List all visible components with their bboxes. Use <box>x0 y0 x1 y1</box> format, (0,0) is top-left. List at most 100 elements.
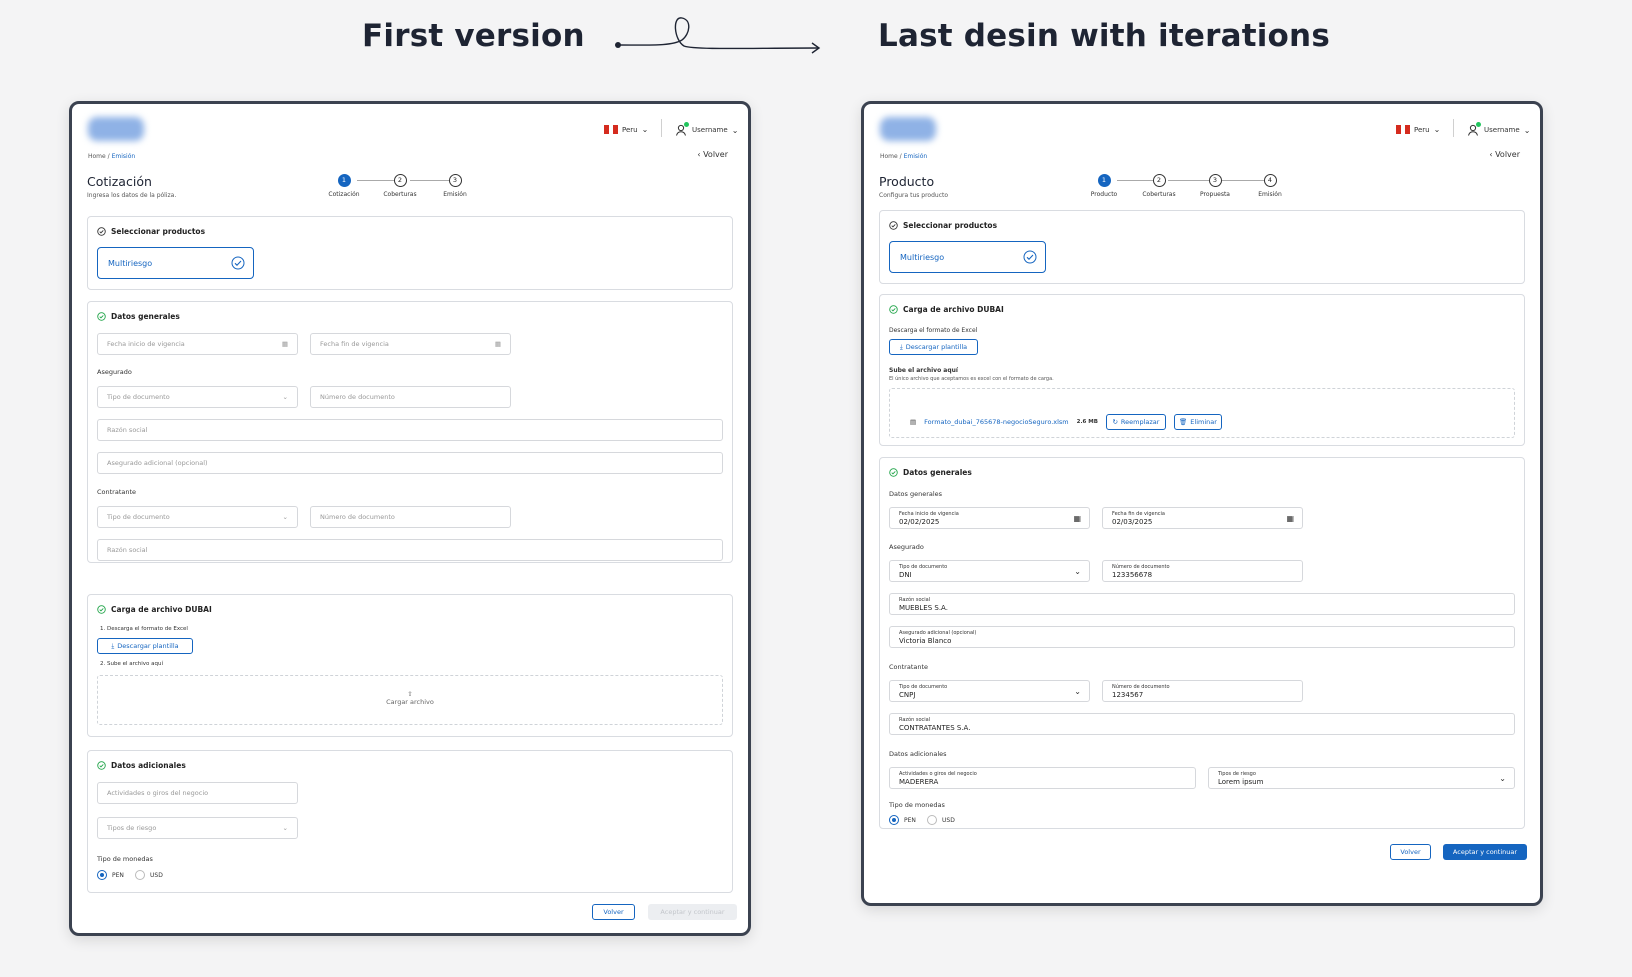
check-circle-icon <box>97 605 106 614</box>
user-menu[interactable]: Username ⌄ <box>674 122 739 137</box>
chevron-down-icon: ⌄ <box>282 824 288 832</box>
risk-type-select[interactable]: Tipos de riesgo Lorem ipsum ⌄ <box>1208 767 1515 789</box>
radio-selected-icon <box>97 870 107 880</box>
general-data-card: Datos generales Fecha inicio de vigencia… <box>87 301 733 563</box>
business-activity-input[interactable]: Actividades o giros del negocio <box>97 782 298 804</box>
product-option-multiriesgo[interactable]: Multiriesgo <box>97 247 254 279</box>
card-title: Datos adicionales <box>97 761 186 770</box>
card-title: Datos generales <box>97 312 180 321</box>
breadcrumb-home[interactable]: Home <box>88 153 106 160</box>
contractor-label: Contratante <box>889 663 929 671</box>
contractor-document-number-input[interactable]: Número de documento 1234567 <box>1102 680 1303 702</box>
file-name[interactable]: Formato_dubai_765678-negocioSeguro.xlsm <box>924 418 1068 426</box>
contractor-business-name-input[interactable]: Razón social CONTRATANTES S.A. <box>889 713 1515 735</box>
accept-continue-button[interactable]: Aceptar y continuar <box>648 904 737 920</box>
business-activity-input[interactable]: Actividades o giros del negocio MADERERA <box>889 767 1196 789</box>
breadcrumb-current: Emisión <box>111 153 136 160</box>
file-size: 2.6 MB <box>1076 419 1098 425</box>
check-circle-icon <box>889 305 898 314</box>
general-data-card: Datos generales Datos generales Fecha in… <box>879 457 1525 829</box>
chevron-down-icon: ⌄ <box>1074 687 1081 696</box>
country-selector[interactable]: Peru ⌄ <box>1396 125 1440 134</box>
accept-continue-button[interactable]: Aceptar y continuar <box>1443 844 1527 860</box>
step-propuesta[interactable]: 3 Propuesta <box>1190 174 1240 198</box>
back-button[interactable]: Volver <box>1390 844 1431 860</box>
page-subtitle: Ingresa los datos de la póliza. <box>87 192 177 199</box>
step-label: Cotización <box>328 191 360 198</box>
risk-type-select[interactable]: Tipos de riesgo ⌄ <box>97 817 298 839</box>
header-divider <box>1453 119 1454 137</box>
business-name-input[interactable]: Razón social <box>97 419 723 441</box>
check-circle-icon <box>97 312 106 321</box>
step-coberturas[interactable]: 2 Coberturas <box>375 174 425 198</box>
step-number: 4 <box>1263 174 1277 187</box>
check-circle-icon <box>231 256 245 270</box>
document-number-input[interactable]: Número de documento 123356678 <box>1102 560 1303 582</box>
document-number-input[interactable]: Número de documento <box>310 386 511 408</box>
currency-pen-radio[interactable]: PEN <box>97 870 124 880</box>
back-link[interactable]: ‹ Volver <box>1489 150 1520 159</box>
upload-dropzone[interactable]: ▤ Formato_dubai_765678-negocioSeguro.xls… <box>889 388 1515 438</box>
additional-insured-input[interactable]: Asegurado adicional (opcional) Victoria B… <box>889 626 1515 648</box>
select-products-card: Seleccionar productos Multiriesgo <box>879 210 1525 284</box>
additional-insured-input[interactable]: Asegurado adicional (opcional) <box>97 452 723 474</box>
end-date-input[interactable]: Fecha fin de vigencia 02/03/2025 ▦ <box>1102 507 1303 529</box>
contractor-document-type-select[interactable]: Tipo de documento CNPJ ⌄ <box>889 680 1090 702</box>
chevron-down-icon: ⌄ <box>641 125 649 134</box>
document-type-select[interactable]: Tipo de documento ⌄ <box>97 386 298 408</box>
uploaded-file-row: ▤ Formato_dubai_765678-negocioSeguro.xls… <box>910 414 1222 430</box>
file-upload-card: Carga de archivo DUBAI 1. Descarga el fo… <box>87 594 733 737</box>
country-selector[interactable]: Peru ⌄ <box>604 125 648 134</box>
online-status-dot <box>684 122 689 127</box>
product-option-multiriesgo[interactable]: Multiriesgo <box>889 241 1046 273</box>
insured-label: Asegurado <box>97 368 132 376</box>
username-label: Username <box>692 126 728 134</box>
download-template-button[interactable]: ⤓ Descargar plantilla <box>97 638 193 654</box>
heading-first-version: First version <box>362 18 585 54</box>
end-date-input[interactable]: Fecha fin de vigencia ▦ <box>310 333 511 355</box>
contractor-document-number-input[interactable]: Número de documento <box>310 506 511 528</box>
step-emision[interactable]: 4 Emisión <box>1245 174 1295 198</box>
calendar-icon: ▦ <box>1286 514 1294 523</box>
currency-usd-radio[interactable]: USD <box>135 870 163 880</box>
radio-selected-icon <box>889 815 899 825</box>
download-template-button[interactable]: ⤓ Descargar plantilla <box>889 339 978 355</box>
first-version-screen: Peru ⌄ Username ⌄ Home / Emisión ‹ Volve… <box>69 101 751 936</box>
start-date-input[interactable]: Fecha inicio de vigencia 02/02/2025 ▦ <box>889 507 1090 529</box>
check-circle-icon <box>889 221 898 230</box>
chevron-down-icon: ⌄ <box>731 125 739 135</box>
chevron-down-icon: ⌄ <box>1523 125 1531 135</box>
chevron-down-icon: ⌄ <box>1074 567 1081 576</box>
step-producto[interactable]: 1 Producto <box>1079 174 1129 198</box>
currency-usd-radio[interactable]: USD <box>927 815 955 825</box>
additional-section-label: Datos adicionales <box>889 750 947 758</box>
step-cotizacion[interactable]: 1 Cotización <box>319 174 369 198</box>
chevron-down-icon: ⌄ <box>1499 774 1506 783</box>
business-name-input[interactable]: Razón social MUEBLES S.A. <box>889 593 1515 615</box>
page-title: Cotización <box>87 174 152 189</box>
replace-file-button[interactable]: ↻ Reemplazar <box>1105 414 1166 430</box>
user-menu[interactable]: Username ⌄ <box>1466 122 1531 137</box>
step-label: Producto <box>1090 191 1118 198</box>
select-products-card: Seleccionar productos Multiriesgo <box>87 216 733 290</box>
delete-file-button[interactable]: 🗑 Eliminar <box>1173 414 1222 430</box>
upload-step-label: 2. Sube el archivo aquí <box>100 661 164 667</box>
back-button[interactable]: Volver <box>592 904 635 920</box>
start-date-input[interactable]: Fecha inicio de vigencia ▦ <box>97 333 298 355</box>
document-type-select[interactable]: Tipo de documento DNI ⌄ <box>889 560 1090 582</box>
insured-label: Asegurado <box>889 543 924 551</box>
additional-data-card: Datos adicionales Actividades o giros de… <box>87 750 733 893</box>
step-coberturas[interactable]: 2 Coberturas <box>1134 174 1184 198</box>
currency-pen-radio[interactable]: PEN <box>889 815 916 825</box>
breadcrumb-home[interactable]: Home <box>880 153 898 160</box>
download-label: Descarga el formato de Excel <box>889 327 978 334</box>
contractor-business-name-input[interactable]: Razón social <box>97 539 723 561</box>
contractor-document-type-select[interactable]: Tipo de documento ⌄ <box>97 506 298 528</box>
step-number: 1 <box>337 174 351 187</box>
country-label: Peru <box>622 125 638 134</box>
upload-dropzone[interactable]: ⇧ Cargar archivo <box>97 675 723 725</box>
heading-last-design: Last desin with iterations <box>878 18 1330 54</box>
step-emision[interactable]: 3 Emisión <box>430 174 480 198</box>
back-link[interactable]: ‹ Volver <box>697 150 728 159</box>
card-title: Carga de archivo DUBAI <box>97 605 212 614</box>
